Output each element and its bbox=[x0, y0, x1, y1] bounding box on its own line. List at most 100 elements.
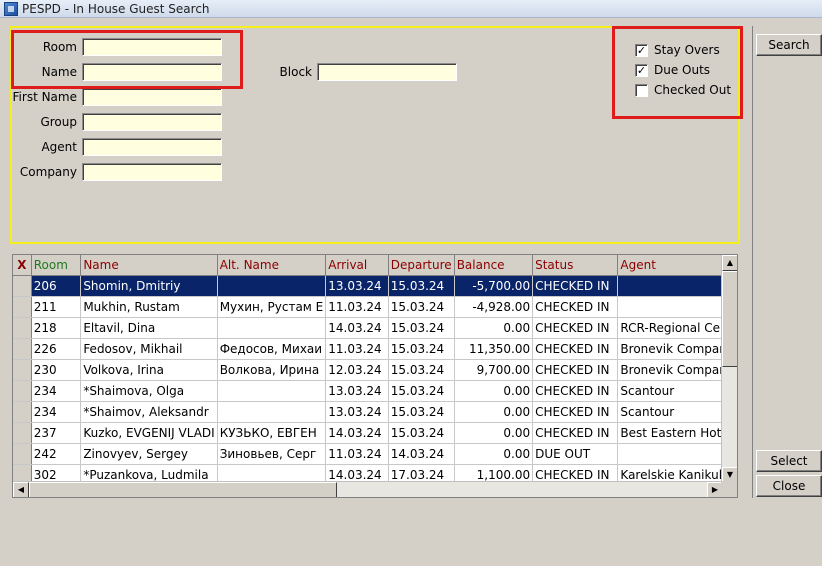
agent-cell: Bronevik Company bbox=[617, 359, 737, 381]
departure-cell: 14.03.24 bbox=[388, 443, 455, 465]
balance-cell: 0.00 bbox=[454, 443, 534, 465]
agent-cell: Scantour bbox=[617, 401, 737, 423]
alt-name-column-header[interactable]: Alt. Name bbox=[217, 255, 327, 276]
balance-column-header[interactable]: Balance bbox=[454, 255, 534, 276]
room-cell: 234 bbox=[31, 401, 82, 423]
departure-cell: 15.03.24 bbox=[388, 317, 455, 339]
agent-cell: Bronevik Company bbox=[617, 338, 737, 360]
title-bar: PESPD - In House Guest Search bbox=[0, 0, 822, 18]
results-table: X Room Name Alt. Name Arrival Departure Balanc… bbox=[13, 255, 737, 486]
row-selector[interactable] bbox=[13, 359, 32, 381]
arrival-column-header[interactable]: Arrival bbox=[325, 255, 389, 276]
departure-cell: 15.03.24 bbox=[388, 296, 455, 318]
status-cell: CHECKED IN bbox=[532, 317, 619, 339]
row-selector[interactable] bbox=[13, 338, 32, 360]
arrival-cell: 13.03.24 bbox=[325, 275, 389, 297]
balance-cell: 0.00 bbox=[454, 401, 534, 423]
vertical-scroll-thumb[interactable] bbox=[722, 271, 737, 367]
row-selector[interactable] bbox=[13, 401, 32, 423]
row-selector[interactable] bbox=[13, 296, 32, 318]
first-name-field[interactable] bbox=[82, 88, 222, 106]
table-row[interactable]: 234 *Shaimova, Olga 13.03.24 15.03.24 0.00 CH… bbox=[13, 380, 737, 402]
table-row[interactable]: 242 Zinovyev, Sergey Зиновьев, Серг 11.03.2… bbox=[13, 443, 737, 465]
table-row[interactable]: 234 *Shaimov, Aleksandr 13.03.24 15.03.24 0.… bbox=[13, 401, 737, 423]
alt-name-cell: Зиновьев, Серг bbox=[217, 443, 327, 465]
scroll-left-icon[interactable]: ◀ bbox=[13, 482, 29, 497]
table-row[interactable]: 211 Mukhin, Rustam Мухин, Рустам Е 11.03.24… bbox=[13, 296, 737, 318]
name-column-header[interactable]: Name bbox=[80, 255, 218, 276]
alt-name-cell: КУЗЬКО, ЕВГЕН bbox=[217, 422, 327, 444]
company-field[interactable] bbox=[82, 163, 222, 181]
alt-name-cell bbox=[217, 275, 327, 297]
grid-header-row: X Room Name Alt. Name Arrival Departure Balanc… bbox=[13, 255, 737, 276]
agent-cell: Best Eastern Hotel bbox=[617, 422, 737, 444]
room-cell: 234 bbox=[31, 380, 82, 402]
arrival-cell: 14.03.24 bbox=[325, 317, 389, 339]
alt-name-cell: Мухин, Рустам Е bbox=[217, 296, 327, 318]
agent-cell bbox=[617, 443, 737, 465]
agent-field[interactable] bbox=[82, 138, 222, 156]
departure-cell: 15.03.24 bbox=[388, 275, 455, 297]
balance-cell: 0.00 bbox=[454, 422, 534, 444]
room-cell: 237 bbox=[31, 422, 82, 444]
table-row[interactable]: 230 Volkova, Irina Волкова, Ирина 12.03.24 1… bbox=[13, 359, 737, 381]
departure-cell: 15.03.24 bbox=[388, 380, 455, 402]
balance-cell: -5,700.00 bbox=[454, 275, 534, 297]
row-selector[interactable] bbox=[13, 422, 32, 444]
status-column-header[interactable]: Status bbox=[532, 255, 619, 276]
highlight-box-room-name bbox=[11, 30, 243, 89]
block-field[interactable] bbox=[317, 63, 457, 81]
search-button[interactable]: Search bbox=[756, 34, 822, 56]
group-field[interactable] bbox=[82, 113, 222, 131]
window-title: PESPD - In House Guest Search bbox=[22, 1, 210, 16]
horizontal-scroll-thumb[interactable] bbox=[29, 482, 337, 497]
departure-cell: 15.03.24 bbox=[388, 359, 455, 381]
app-icon bbox=[4, 1, 18, 16]
horizontal-scrollbar[interactable]: ◀ ▶ bbox=[13, 481, 723, 497]
name-cell: Shomin, Dmitriy bbox=[80, 275, 218, 297]
arrival-cell: 11.03.24 bbox=[325, 296, 389, 318]
arrival-cell: 13.03.24 bbox=[325, 401, 389, 423]
arrival-cell: 14.03.24 bbox=[325, 422, 389, 444]
alt-name-cell bbox=[217, 401, 327, 423]
x-column-header[interactable]: X bbox=[13, 255, 32, 276]
vertical-scrollbar[interactable]: ▲ ▼ bbox=[721, 255, 737, 483]
alt-name-cell: Волкова, Ирина bbox=[217, 359, 327, 381]
row-selector[interactable] bbox=[13, 443, 32, 465]
select-button[interactable]: Select bbox=[756, 450, 822, 472]
balance-cell: -4,928.00 bbox=[454, 296, 534, 318]
room-cell: 226 bbox=[31, 338, 82, 360]
balance-cell: 0.00 bbox=[454, 317, 534, 339]
status-cell: CHECKED IN bbox=[532, 422, 619, 444]
results-grid: X Room Name Alt. Name Arrival Departure Balanc… bbox=[12, 254, 738, 498]
block-label: Block bbox=[279, 65, 312, 79]
room-column-header[interactable]: Room bbox=[31, 255, 82, 276]
first-name-label: First Name bbox=[12, 90, 77, 104]
row-selector[interactable] bbox=[13, 317, 32, 339]
name-cell: Eltavil, Dina bbox=[80, 317, 218, 339]
arrival-cell: 13.03.24 bbox=[325, 380, 389, 402]
row-selector[interactable] bbox=[13, 380, 32, 402]
departure-cell: 15.03.24 bbox=[388, 422, 455, 444]
departure-cell: 15.03.24 bbox=[388, 338, 455, 360]
close-button[interactable]: Close bbox=[756, 475, 822, 497]
table-row[interactable]: 206 Shomin, Dmitriy 13.03.24 15.03.24 -5,700… bbox=[13, 275, 737, 297]
status-cell: CHECKED IN bbox=[532, 275, 619, 297]
highlight-box-filters bbox=[612, 26, 743, 119]
table-row[interactable]: 237 Kuzko, EVGENIJ VLADI КУЗЬКО, ЕВГЕН 14.0… bbox=[13, 422, 737, 444]
table-row[interactable]: 226 Fedosov, Mikhail Федосов, Михаи 11.03.2… bbox=[13, 338, 737, 360]
agent-column-header[interactable]: Agent bbox=[617, 255, 737, 276]
room-cell: 206 bbox=[31, 275, 82, 297]
agent-cell: RCR-Regional Cen bbox=[617, 317, 737, 339]
arrival-cell: 12.03.24 bbox=[325, 359, 389, 381]
departure-column-header[interactable]: Departure bbox=[388, 255, 455, 276]
room-cell: 218 bbox=[31, 317, 82, 339]
scroll-up-icon[interactable]: ▲ bbox=[722, 255, 737, 271]
agent-cell bbox=[617, 296, 737, 318]
agent-cell: Scantour bbox=[617, 380, 737, 402]
alt-name-cell bbox=[217, 317, 327, 339]
status-cell: CHECKED IN bbox=[532, 401, 619, 423]
name-cell: Zinovyev, Sergey bbox=[80, 443, 218, 465]
row-selector[interactable] bbox=[13, 275, 32, 297]
table-row[interactable]: 218 Eltavil, Dina 14.03.24 15.03.24 0.00 CHEC… bbox=[13, 317, 737, 339]
